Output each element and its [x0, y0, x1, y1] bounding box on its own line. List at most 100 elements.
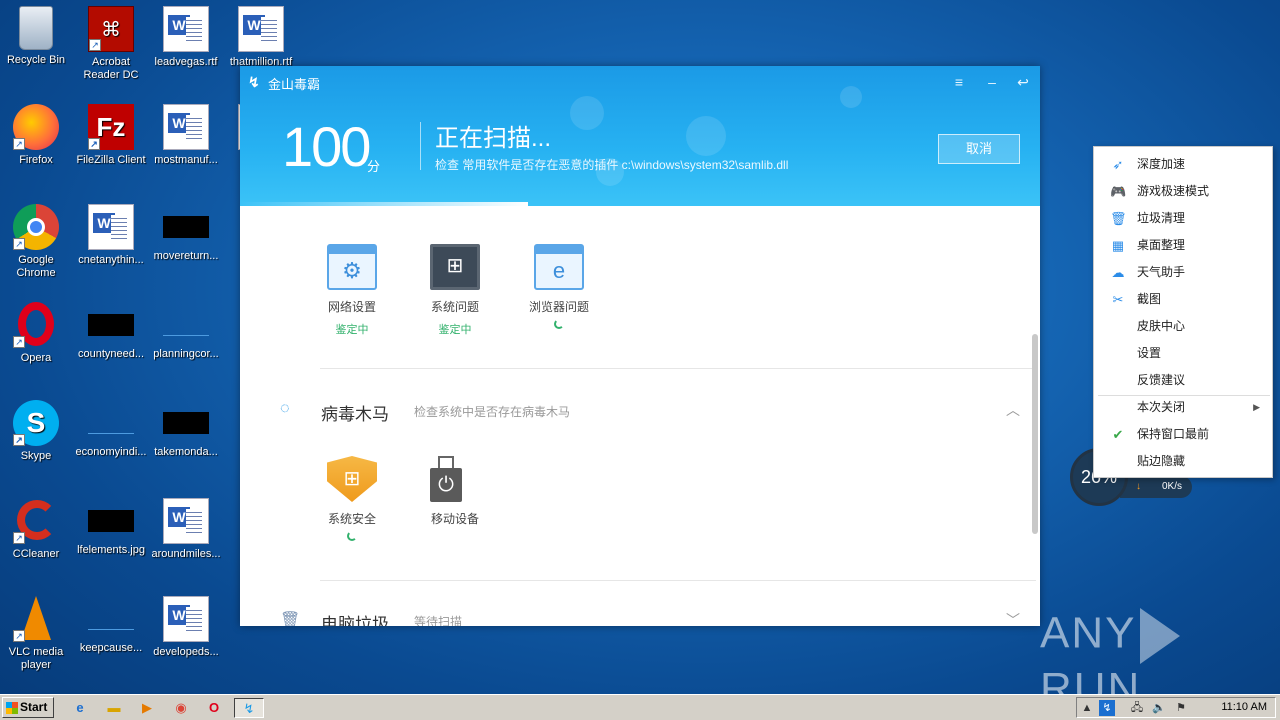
desktop-icon-label: leadvegas.rtf: [154, 56, 218, 68]
menu-item-label: 垃圾清理: [1137, 211, 1186, 225]
acrobat-icon: ⌘ ↗: [88, 6, 134, 52]
image-thumbnail: [88, 510, 134, 532]
desktop-icon-label: keepcause...: [79, 642, 143, 654]
start-button[interactable]: Start: [2, 697, 54, 718]
internet-explorer-icon[interactable]: e: [70, 698, 90, 718]
menu-item-desktop-organize[interactable]: ▦ 桌面整理: [1094, 232, 1272, 259]
context-menu: ➶ 深度加速 🎮 游戏极速模式 🗑 垃圾清理 ▦ 桌面整理 ☁ 天气助手 ✂ 截图 皮肤中心…: [1093, 146, 1273, 478]
desktop-icon-label: FileZilla Client: [76, 154, 146, 166]
desktop-icon-opera[interactable]: ↗ Opera: [0, 302, 72, 365]
desktop-icon-cnetanything[interactable]: W cnetanythin...: [75, 204, 147, 267]
collapse-chevron-icon[interactable]: ︿: [1006, 400, 1020, 420]
menu-item-weather[interactable]: ☁ 天气助手: [1094, 259, 1272, 286]
app-logo-icon: ↯: [248, 74, 260, 90]
desktop-icon-label: lfelements.jpg: [77, 544, 145, 556]
desktop-icon-leadvegas[interactable]: W leadvegas.rtf: [150, 6, 222, 69]
scan-item-browser: e 浏览器问题: [519, 244, 599, 329]
action-center-flag-icon[interactable]: ⚑: [1173, 700, 1189, 716]
menu-item-edge-hide[interactable]: 贴边隐藏: [1094, 448, 1272, 475]
scan-status-title: 正在扫描...: [435, 125, 552, 152]
menu-item-label: 本次关闭: [1137, 400, 1186, 414]
scan-item-mobile-device: ⏻ 移动设备: [415, 456, 495, 527]
desktop-icon-filezilla[interactable]: Fz ↗ FileZilla Client: [75, 104, 147, 167]
menu-item-label: 设置: [1137, 346, 1162, 360]
submenu-arrow-icon: ▶: [1253, 402, 1260, 412]
system-issues-icon: ⊞: [430, 244, 480, 290]
desktop-icon-acrobat[interactable]: ⌘ ↗ Acrobat Reader DC: [75, 6, 147, 82]
menu-item-screenshot[interactable]: ✂ 截图: [1094, 286, 1272, 313]
menu-item-deep-boost[interactable]: ➶ 深度加速: [1094, 151, 1272, 178]
section-subtitle-junk: 等待扫描: [414, 615, 463, 626]
menu-icon[interactable]: ≡: [948, 72, 970, 92]
scan-item-state: 鉴定中: [335, 324, 369, 336]
desktop-icon-recycle-bin[interactable]: Recycle Bin: [0, 6, 72, 67]
chrome-taskbar-icon[interactable]: ◉: [171, 698, 191, 718]
network-tray-icon[interactable]: 🖧: [1129, 700, 1145, 716]
watermark-left: ANY: [1040, 608, 1137, 658]
desktop-icon-aroundmiles[interactable]: W aroundmiles...: [150, 498, 222, 561]
menu-item-close-this-time[interactable]: 本次关闭 ▶: [1094, 394, 1272, 421]
desktop-icon-keepcause[interactable]: keepcause...: [75, 596, 147, 655]
desktop-icon-planningcor[interactable]: planningcor...: [150, 302, 222, 361]
file-thumbnail: [88, 412, 134, 434]
menu-item-feedback[interactable]: 反馈建议: [1094, 367, 1272, 394]
antivirus-tray-icon[interactable]: ↯: [1099, 700, 1115, 716]
filezilla-icon: Fz ↗: [88, 104, 134, 150]
system-tray: ▲ ↯ 🖧 🔈 ⚑ 11:10 AM: [1076, 697, 1276, 718]
menu-item-game-mode[interactable]: 🎮 游戏极速模式: [1094, 178, 1272, 205]
menu-item-skin-center[interactable]: 皮肤中心: [1094, 313, 1272, 340]
clock[interactable]: 11:10 AM: [1221, 701, 1267, 713]
back-icon[interactable]: ↩: [1012, 72, 1034, 92]
windows-logo-icon: [6, 702, 18, 714]
desktop-icon-takemonda[interactable]: takemonda...: [150, 400, 222, 459]
section-title-virus: 病毒木马: [321, 405, 389, 424]
desktop-icon-label: VLC media player: [8, 646, 64, 671]
desktop-icon-ccleaner[interactable]: ↗ CCleaner: [0, 498, 72, 561]
rocket-icon: ➶: [1112, 157, 1124, 172]
scan-item-name: 系统问题: [430, 300, 479, 314]
menu-item-settings[interactable]: 设置: [1094, 340, 1272, 367]
image-thumbnail: [163, 412, 209, 434]
menu-item-junk-clean[interactable]: 🗑 垃圾清理: [1094, 205, 1272, 232]
desktop-icon-developeds[interactable]: W developeds...: [150, 596, 222, 659]
desktop-icon-label: takemonda...: [154, 446, 218, 458]
desktop-icon-chrome[interactable]: ↗ Google Chrome: [0, 204, 72, 280]
scan-item-system-security: ⊞ 系统安全: [312, 456, 392, 541]
scan-item-state: 鉴定中: [438, 324, 472, 336]
desktop-icon-economyindi[interactable]: economyindi...: [75, 400, 147, 459]
scan-item-system: ⊞ 系统问题 鉴定中: [415, 244, 495, 337]
scan-item-name: 移动设备: [430, 512, 479, 526]
loading-spinner-icon: [554, 319, 564, 329]
media-player-icon[interactable]: ▶: [137, 698, 157, 718]
desktop-icon-skype[interactable]: S ↗ Skype: [0, 400, 72, 463]
chrome-icon: ↗: [13, 204, 59, 250]
desktop-icon-firefox[interactable]: ↗ Firefox: [0, 104, 72, 167]
word-document-icon: W: [163, 6, 209, 52]
desktop-icon-label: developeds...: [153, 646, 219, 658]
desktop-icon-label: movereturn...: [153, 250, 219, 262]
expand-chevron-icon[interactable]: ﹀: [1006, 610, 1020, 626]
desktop-icon-label: Acrobat Reader DC: [83, 56, 139, 81]
antivirus-taskbar-icon[interactable]: ↯: [234, 698, 264, 718]
scrollbar-thumb[interactable]: [1032, 334, 1038, 534]
desktop-icon-vlc[interactable]: ↗ VLC media player: [0, 596, 72, 672]
menu-item-always-on-top[interactable]: ✔ 保持窗口最前: [1094, 421, 1272, 448]
desktop-icon-label: economyindi...: [75, 446, 147, 458]
desktop-icon-lfelements[interactable]: lfelements.jpg: [75, 498, 147, 557]
file-explorer-icon[interactable]: ▬: [104, 698, 124, 718]
minimize-icon[interactable]: –: [981, 72, 1003, 92]
file-thumbnail: [88, 608, 134, 630]
word-document-icon: W: [238, 6, 284, 52]
show-hidden-icons-icon[interactable]: ▲: [1079, 700, 1095, 716]
desktop-icon-mostmanuf[interactable]: W mostmanuf...: [150, 104, 222, 167]
opera-taskbar-icon[interactable]: O: [204, 698, 224, 718]
word-document-icon: W: [163, 596, 209, 642]
desktop-icon-thatmillion[interactable]: W thatmillion.rtf: [225, 6, 297, 69]
desktop-icon-movereturn[interactable]: movereturn...: [150, 204, 222, 263]
desktop-icon-countyneed[interactable]: countyneed...: [75, 302, 147, 361]
desktop-icon-label: countyneed...: [77, 348, 145, 360]
title-bar: ↯ 金山毒霸 ≡ – ↩: [240, 66, 1040, 98]
volume-icon[interactable]: 🔈: [1151, 700, 1167, 716]
menu-item-label: 桌面整理: [1137, 238, 1186, 252]
cancel-button[interactable]: 取消: [938, 134, 1020, 164]
